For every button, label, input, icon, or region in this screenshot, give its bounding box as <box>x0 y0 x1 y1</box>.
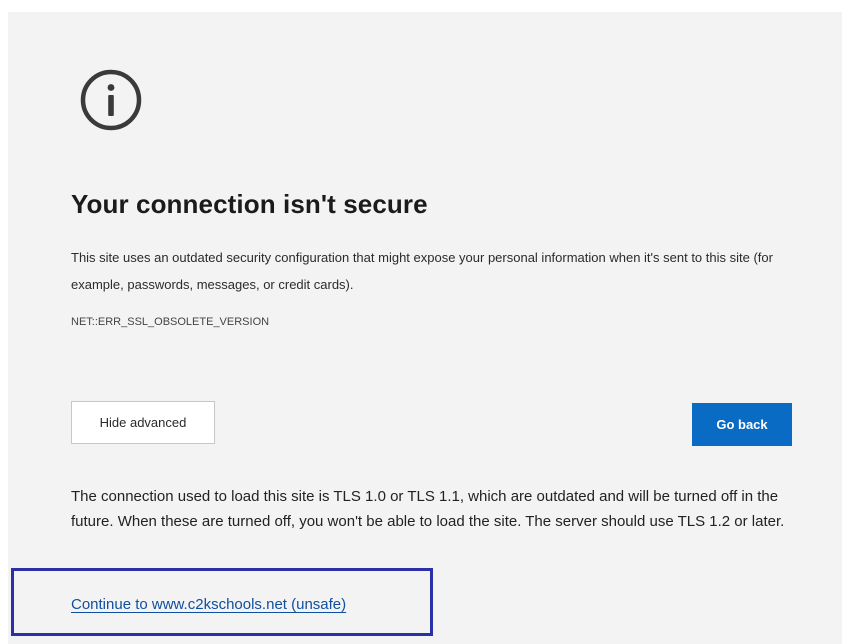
advanced-details-text: The connection used to load this site is… <box>71 488 785 530</box>
hide-advanced-button[interactable]: Hide advanced <box>71 401 215 444</box>
error-description: This site uses an outdated security conf… <box>71 250 773 292</box>
go-back-button[interactable]: Go back <box>692 403 792 446</box>
error-page: Your connection isn't secure This site u… <box>0 0 850 644</box>
info-circle-icon <box>80 69 142 131</box>
continue-unsafe-link[interactable]: Continue to www.c2kschools.net (unsafe) <box>71 596 346 613</box>
error-code: NET::ERR_SSL_OBSOLETE_VERSION <box>71 316 270 328</box>
page-title: Your connection isn't secure <box>71 189 428 219</box>
